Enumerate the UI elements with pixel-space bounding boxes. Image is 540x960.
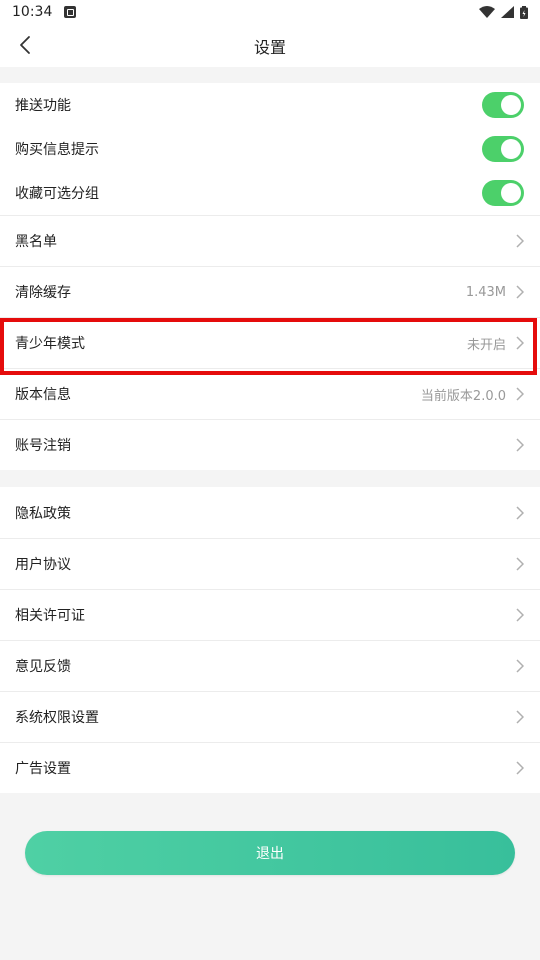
chevron-right-icon bbox=[516, 607, 526, 623]
teen-mode-item[interactable]: 青少年模式 未开启 bbox=[0, 317, 540, 368]
cache-size: 1.43M bbox=[465, 284, 506, 300]
toggle-knob bbox=[501, 183, 521, 203]
blacklist-item[interactable]: 黑名单 bbox=[0, 215, 540, 266]
chevron-right-icon bbox=[516, 386, 526, 402]
row-label: 系统权限设置 bbox=[15, 710, 99, 726]
chevron-right-icon bbox=[516, 335, 526, 351]
push-toggle[interactable] bbox=[482, 92, 524, 118]
version-info-item[interactable]: 版本信息 当前版本2.0.0 bbox=[0, 368, 540, 419]
row-label: 推送功能 bbox=[15, 98, 71, 114]
account-deletion-item[interactable]: 账号注销 bbox=[0, 419, 540, 470]
settings-section-1: 黑名单 清除缓存 1.43M 青少年模式 未开启 版本信息 当前版本2.0.0 … bbox=[0, 215, 540, 470]
row-label: 青少年模式 bbox=[15, 336, 85, 352]
system-permissions-item[interactable]: 系统权限设置 bbox=[0, 691, 540, 742]
licenses-item[interactable]: 相关许可证 bbox=[0, 589, 540, 640]
status-bar: 10:34 bbox=[0, 0, 540, 24]
status-time: 10:34 bbox=[12, 4, 53, 20]
clear-cache-item[interactable]: 清除缓存 1.43M bbox=[0, 266, 540, 317]
collect-group-toggle[interactable] bbox=[482, 180, 524, 206]
toggle-row-purchase: 购买信息提示 bbox=[0, 127, 540, 171]
privacy-policy-item[interactable]: 隐私政策 bbox=[0, 487, 540, 538]
toggle-row-collect: 收藏可选分组 bbox=[0, 171, 540, 215]
teen-mode-status: 未开启 bbox=[466, 337, 506, 353]
chevron-left-icon bbox=[20, 36, 30, 54]
row-label: 版本信息 bbox=[15, 387, 71, 403]
row-label: 用户协议 bbox=[15, 557, 71, 573]
chevron-right-icon bbox=[516, 760, 526, 776]
row-label: 黑名单 bbox=[15, 234, 57, 250]
chevron-right-icon bbox=[516, 556, 526, 572]
row-label: 收藏可选分组 bbox=[15, 186, 99, 202]
toggle-knob bbox=[501, 95, 521, 115]
row-label: 清除缓存 bbox=[15, 285, 71, 301]
row-label: 广告设置 bbox=[15, 761, 71, 777]
row-label: 相关许可证 bbox=[15, 608, 85, 624]
header: 设置 bbox=[0, 24, 540, 67]
toggle-section: 推送功能 购买信息提示 收藏可选分组 bbox=[0, 83, 540, 215]
ad-settings-item[interactable]: 广告设置 bbox=[0, 742, 540, 793]
row-label: 隐私政策 bbox=[15, 505, 71, 522]
user-agreement-item[interactable]: 用户协议 bbox=[0, 538, 540, 589]
notification-icon bbox=[64, 6, 77, 18]
purchase-toggle[interactable] bbox=[482, 136, 524, 162]
signal-icon bbox=[501, 6, 514, 18]
version-value: 当前版本2.0.0 bbox=[420, 388, 506, 404]
toggle-row-push: 推送功能 bbox=[0, 83, 540, 127]
feedback-item[interactable]: 意见反馈 bbox=[0, 640, 540, 691]
chevron-right-icon bbox=[516, 505, 526, 521]
row-label: 意见反馈 bbox=[15, 659, 71, 675]
chevron-right-icon bbox=[516, 233, 526, 249]
back-button[interactable] bbox=[10, 30, 40, 60]
row-label: 账号注销 bbox=[15, 438, 71, 454]
page-title: 设置 bbox=[253, 37, 286, 57]
chevron-right-icon bbox=[516, 658, 526, 674]
logout-button[interactable]: 退出 bbox=[25, 831, 515, 875]
battery-icon bbox=[520, 5, 528, 19]
chevron-right-icon bbox=[516, 437, 526, 453]
chevron-right-icon bbox=[516, 709, 526, 725]
wifi-icon bbox=[479, 6, 495, 18]
settings-section-2: 隐私政策 用户协议 相关许可证 意见反馈 系统权限设置 广告设置 bbox=[0, 487, 540, 793]
toggle-knob bbox=[501, 139, 521, 159]
row-label: 购买信息提示 bbox=[15, 142, 99, 158]
chevron-right-icon bbox=[516, 284, 526, 300]
